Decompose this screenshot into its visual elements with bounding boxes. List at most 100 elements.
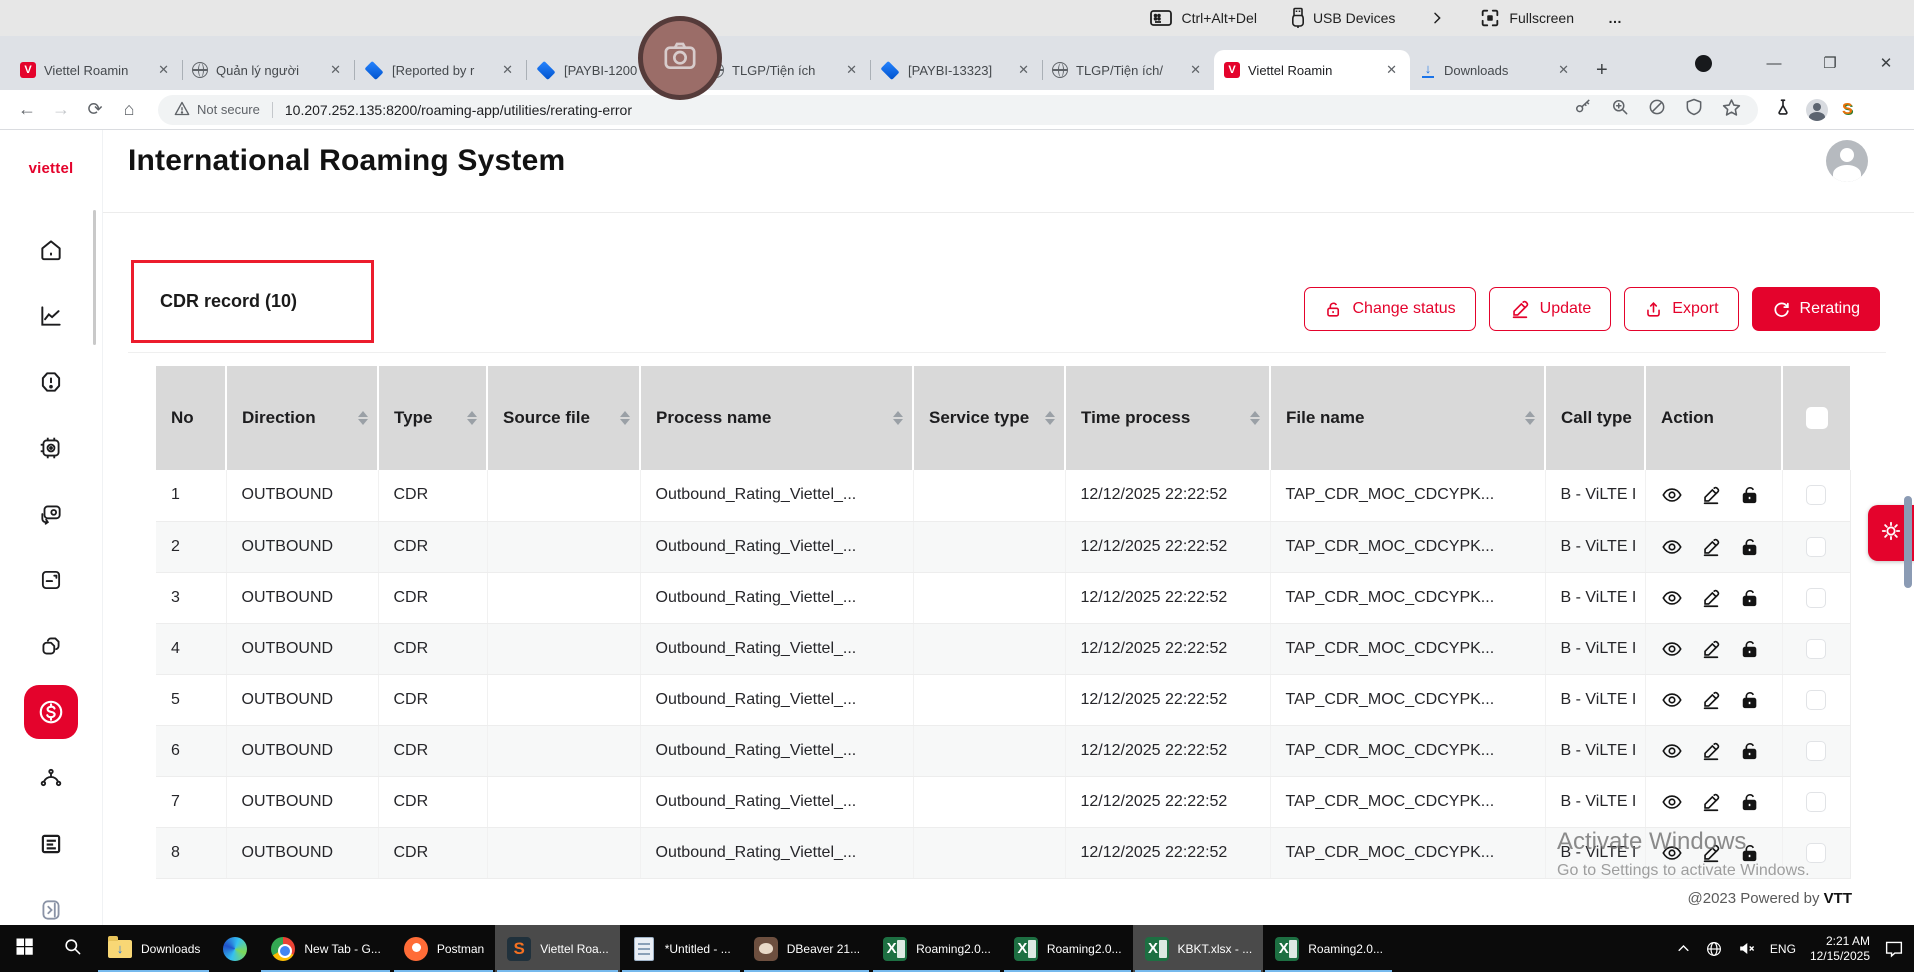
clock[interactable]: 2:21 AM 12/15/2025 [1810, 934, 1870, 964]
network-icon[interactable] [1705, 940, 1723, 958]
page-scrollbar-thumb[interactable] [1904, 496, 1912, 588]
eye-icon[interactable] [1661, 536, 1683, 558]
toolbar-expand-button[interactable] [1429, 10, 1445, 26]
fullscreen-button[interactable]: Fullscreen [1479, 7, 1574, 29]
window-close-button[interactable]: ✕ [1858, 36, 1914, 90]
column-header-type[interactable]: Type [378, 366, 487, 470]
pencil-icon[interactable] [1700, 638, 1722, 660]
site-security-chip[interactable]: Not secure [174, 101, 260, 119]
tab-close-icon[interactable]: ✕ [499, 61, 516, 79]
select-all-checkbox[interactable] [1806, 407, 1828, 429]
browser-tab-paybi-13323[interactable]: [PAYBI-13323]✕ [870, 50, 1042, 90]
column-header-file_name[interactable]: File name [1270, 366, 1545, 470]
new-tab-button[interactable]: + [1596, 59, 1608, 82]
window-minimize-button[interactable]: — [1746, 36, 1802, 90]
browser-tab-viettel-roamin[interactable]: Viettel Roamin✕ [10, 50, 182, 90]
language-indicator[interactable]: ENG [1770, 942, 1796, 956]
unlock-icon[interactable] [1739, 842, 1761, 864]
toolbar-more-button[interactable]: … [1608, 10, 1624, 26]
pencil-icon[interactable] [1700, 689, 1722, 711]
change-status-button[interactable]: Change status [1304, 287, 1475, 331]
taskbar-search-button[interactable] [48, 925, 96, 972]
sidebar-item-home[interactable] [31, 230, 71, 270]
taskbar-item-dbeaver-21[interactable]: DBeaver 21... [742, 925, 871, 972]
eye-icon[interactable] [1661, 587, 1683, 609]
pencil-icon[interactable] [1700, 587, 1722, 609]
zoom-icon[interactable] [1610, 97, 1630, 122]
eye-icon[interactable] [1661, 689, 1683, 711]
tray-expand-icon[interactable] [1676, 941, 1691, 956]
row-checkbox[interactable] [1806, 792, 1826, 812]
browser-tab-reported-by-r[interactable]: [Reported by r✕ [354, 50, 526, 90]
sort-icon[interactable] [620, 411, 630, 425]
address-input[interactable]: Not secure 10.207.252.135:8200/roaming-a… [158, 95, 1758, 125]
browser-tab-viettel-roamin[interactable]: Viettel Roamin✕ [1214, 50, 1410, 90]
unlock-icon[interactable] [1739, 484, 1761, 506]
row-checkbox[interactable] [1806, 639, 1826, 659]
sidebar-item-refresh-monitor[interactable] [31, 494, 71, 534]
unlock-icon[interactable] [1739, 689, 1761, 711]
sidebar-item-alert[interactable] [31, 362, 71, 402]
pencil-icon[interactable] [1700, 842, 1722, 864]
row-checkbox[interactable] [1806, 741, 1826, 761]
start-button[interactable] [0, 925, 48, 972]
taskbar-item-downloads[interactable]: Downloads [96, 925, 211, 972]
extension-flask-icon[interactable] [1774, 97, 1792, 122]
taskbar-item-roaming2-0[interactable]: Roaming2.0... [1263, 925, 1394, 972]
usb-devices-button[interactable]: USB Devices [1291, 7, 1395, 29]
sort-icon[interactable] [467, 411, 477, 425]
browser-profile-avatar[interactable] [1806, 99, 1828, 121]
taskbar-item-new-tab-g[interactable]: New Tab - G... [259, 925, 391, 972]
eye-icon[interactable] [1661, 638, 1683, 660]
sidebar-item-analytics[interactable] [31, 296, 71, 336]
taskbar-item-postman[interactable]: Postman [392, 925, 495, 972]
extension-s-icon[interactable]: S [1842, 101, 1853, 119]
column-header-time_process[interactable]: Time process [1065, 366, 1270, 470]
row-checkbox[interactable] [1806, 537, 1826, 557]
browser-tab-tlgp-ti-n-ch[interactable]: TLGP/Tiện ích✕ [698, 50, 870, 90]
notification-center-icon[interactable] [1884, 940, 1904, 958]
ctrl-alt-del-button[interactable]: Ctrl+Alt+Del [1149, 8, 1256, 28]
sidebar-item-processing[interactable] [31, 428, 71, 468]
volume-muted-icon[interactable] [1737, 939, 1756, 958]
password-key-icon[interactable] [1573, 97, 1593, 122]
tab-close-icon[interactable]: ✕ [1187, 61, 1204, 79]
sort-icon[interactable] [1045, 411, 1055, 425]
row-checkbox[interactable] [1806, 485, 1826, 505]
browser-tab-tlgp-ti-n-ch[interactable]: TLGP/Tiện ích/✕ [1042, 50, 1214, 90]
sidebar-item-copy[interactable] [31, 626, 71, 666]
eye-icon[interactable] [1661, 740, 1683, 762]
unlock-icon[interactable] [1739, 536, 1761, 558]
taskbar-item-roaming2-0[interactable]: Roaming2.0... [1002, 925, 1133, 972]
sidebar-item-list[interactable] [31, 824, 71, 864]
sidebar-item-network[interactable] [31, 758, 71, 798]
unlock-icon[interactable] [1739, 740, 1761, 762]
sidebar-item-collapse[interactable] [31, 890, 71, 930]
taskbar-item-kbkt-xlsx[interactable]: KBKT.xlsx - ... [1133, 925, 1264, 972]
webcam-bubble[interactable] [638, 16, 722, 100]
sort-icon[interactable] [893, 411, 903, 425]
forward-button[interactable]: → [44, 99, 78, 120]
pencil-icon[interactable] [1700, 484, 1722, 506]
sort-icon[interactable] [1525, 411, 1535, 425]
privacy-shield-icon[interactable] [1684, 97, 1704, 122]
user-avatar[interactable] [1826, 140, 1868, 182]
row-checkbox[interactable] [1806, 690, 1826, 710]
eye-icon[interactable] [1661, 791, 1683, 813]
row-checkbox[interactable] [1806, 588, 1826, 608]
tab-close-icon[interactable]: ✕ [1555, 61, 1572, 79]
pencil-icon[interactable] [1700, 536, 1722, 558]
unlock-icon[interactable] [1739, 791, 1761, 813]
reload-button[interactable]: ⟳ [78, 99, 112, 120]
sidebar-item-report[interactable] [31, 560, 71, 600]
column-header-service_type[interactable]: Service type [913, 366, 1065, 470]
tab-close-icon[interactable]: ✕ [843, 61, 860, 79]
tab-close-icon[interactable]: ✕ [155, 61, 172, 79]
taskbar-item-blank[interactable] [211, 925, 259, 972]
content-blocked-icon[interactable] [1647, 97, 1667, 122]
pencil-icon[interactable] [1700, 791, 1722, 813]
column-header-direction[interactable]: Direction [226, 366, 378, 470]
column-header-source_file[interactable]: Source file [487, 366, 640, 470]
browser-tab-qu-n-l-ng-i[interactable]: Quản lý người✕ [182, 50, 354, 90]
row-checkbox[interactable] [1806, 843, 1826, 863]
